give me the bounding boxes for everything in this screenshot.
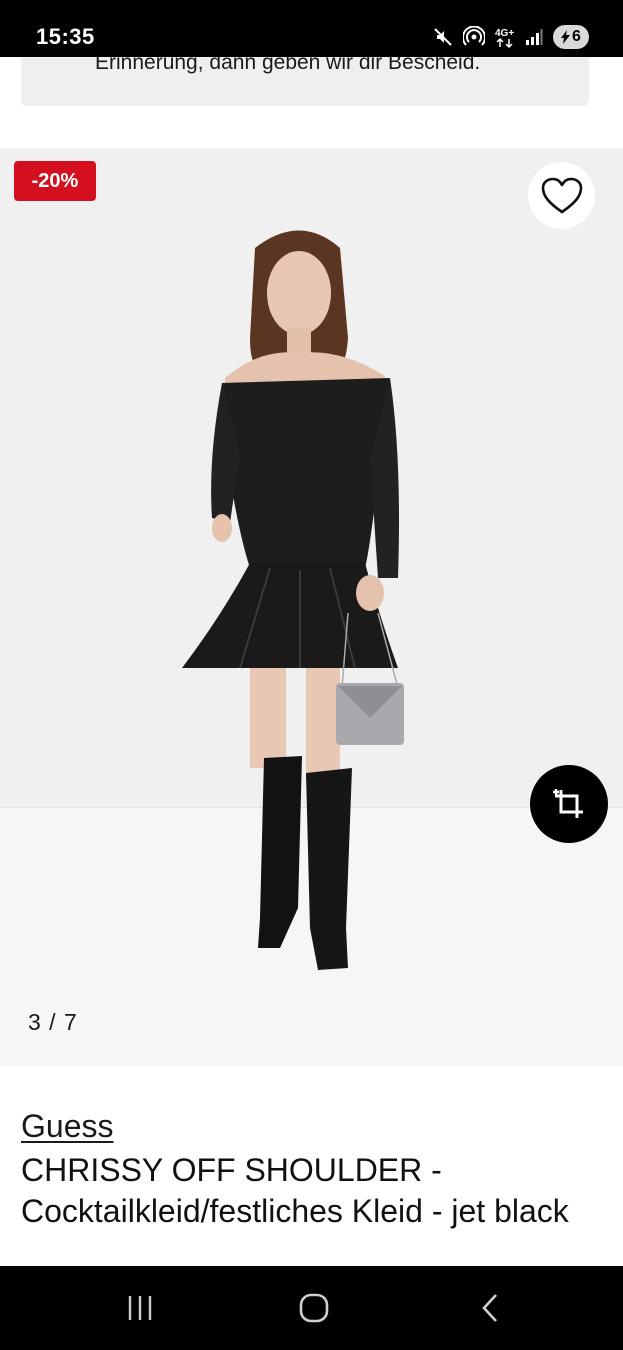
recents-icon: [128, 1296, 152, 1320]
network-4g-icon: 4G+: [495, 26, 515, 48]
home-icon: [299, 1293, 329, 1323]
discount-badge: -20%: [14, 161, 96, 201]
battery-level: 6: [572, 28, 581, 45]
status-time: 15:35: [36, 24, 95, 49]
reminder-banner: Erinnerung, dann geben wir dir Bescheid.: [21, 57, 589, 106]
back-icon: [482, 1294, 497, 1322]
home-button[interactable]: [274, 1266, 354, 1350]
crop-icon: [553, 789, 583, 818]
similar-items-button[interactable]: [530, 765, 608, 843]
product-image: [182, 230, 404, 970]
reminder-banner-text: Erinnerung, dann geben wir dir Bescheid.: [95, 57, 481, 74]
battery-charging-icon: 6: [553, 25, 589, 49]
product-image-gallery[interactable]: -20% 3 / 7: [0, 148, 623, 1066]
back-button[interactable]: [450, 1266, 530, 1350]
recents-button[interactable]: [100, 1266, 180, 1350]
system-nav-bar: [0, 1266, 623, 1350]
status-bar: 15:35 4G+ 6: [0, 0, 623, 57]
svg-text:4G+: 4G+: [495, 28, 514, 39]
mute-icon: [433, 27, 453, 47]
signal-icon: [525, 28, 543, 46]
brand-link[interactable]: Guess: [21, 1108, 113, 1145]
gallery-pager: 3 / 7: [28, 1009, 78, 1035]
product-title: CHRISSY OFF SHOULDER - Cocktailkleid/fes…: [21, 1152, 569, 1229]
heart-icon: [541, 177, 582, 213]
hotspot-icon: [463, 26, 485, 48]
wishlist-button[interactable]: [528, 162, 595, 229]
status-icons: 4G+ 6: [433, 24, 589, 50]
